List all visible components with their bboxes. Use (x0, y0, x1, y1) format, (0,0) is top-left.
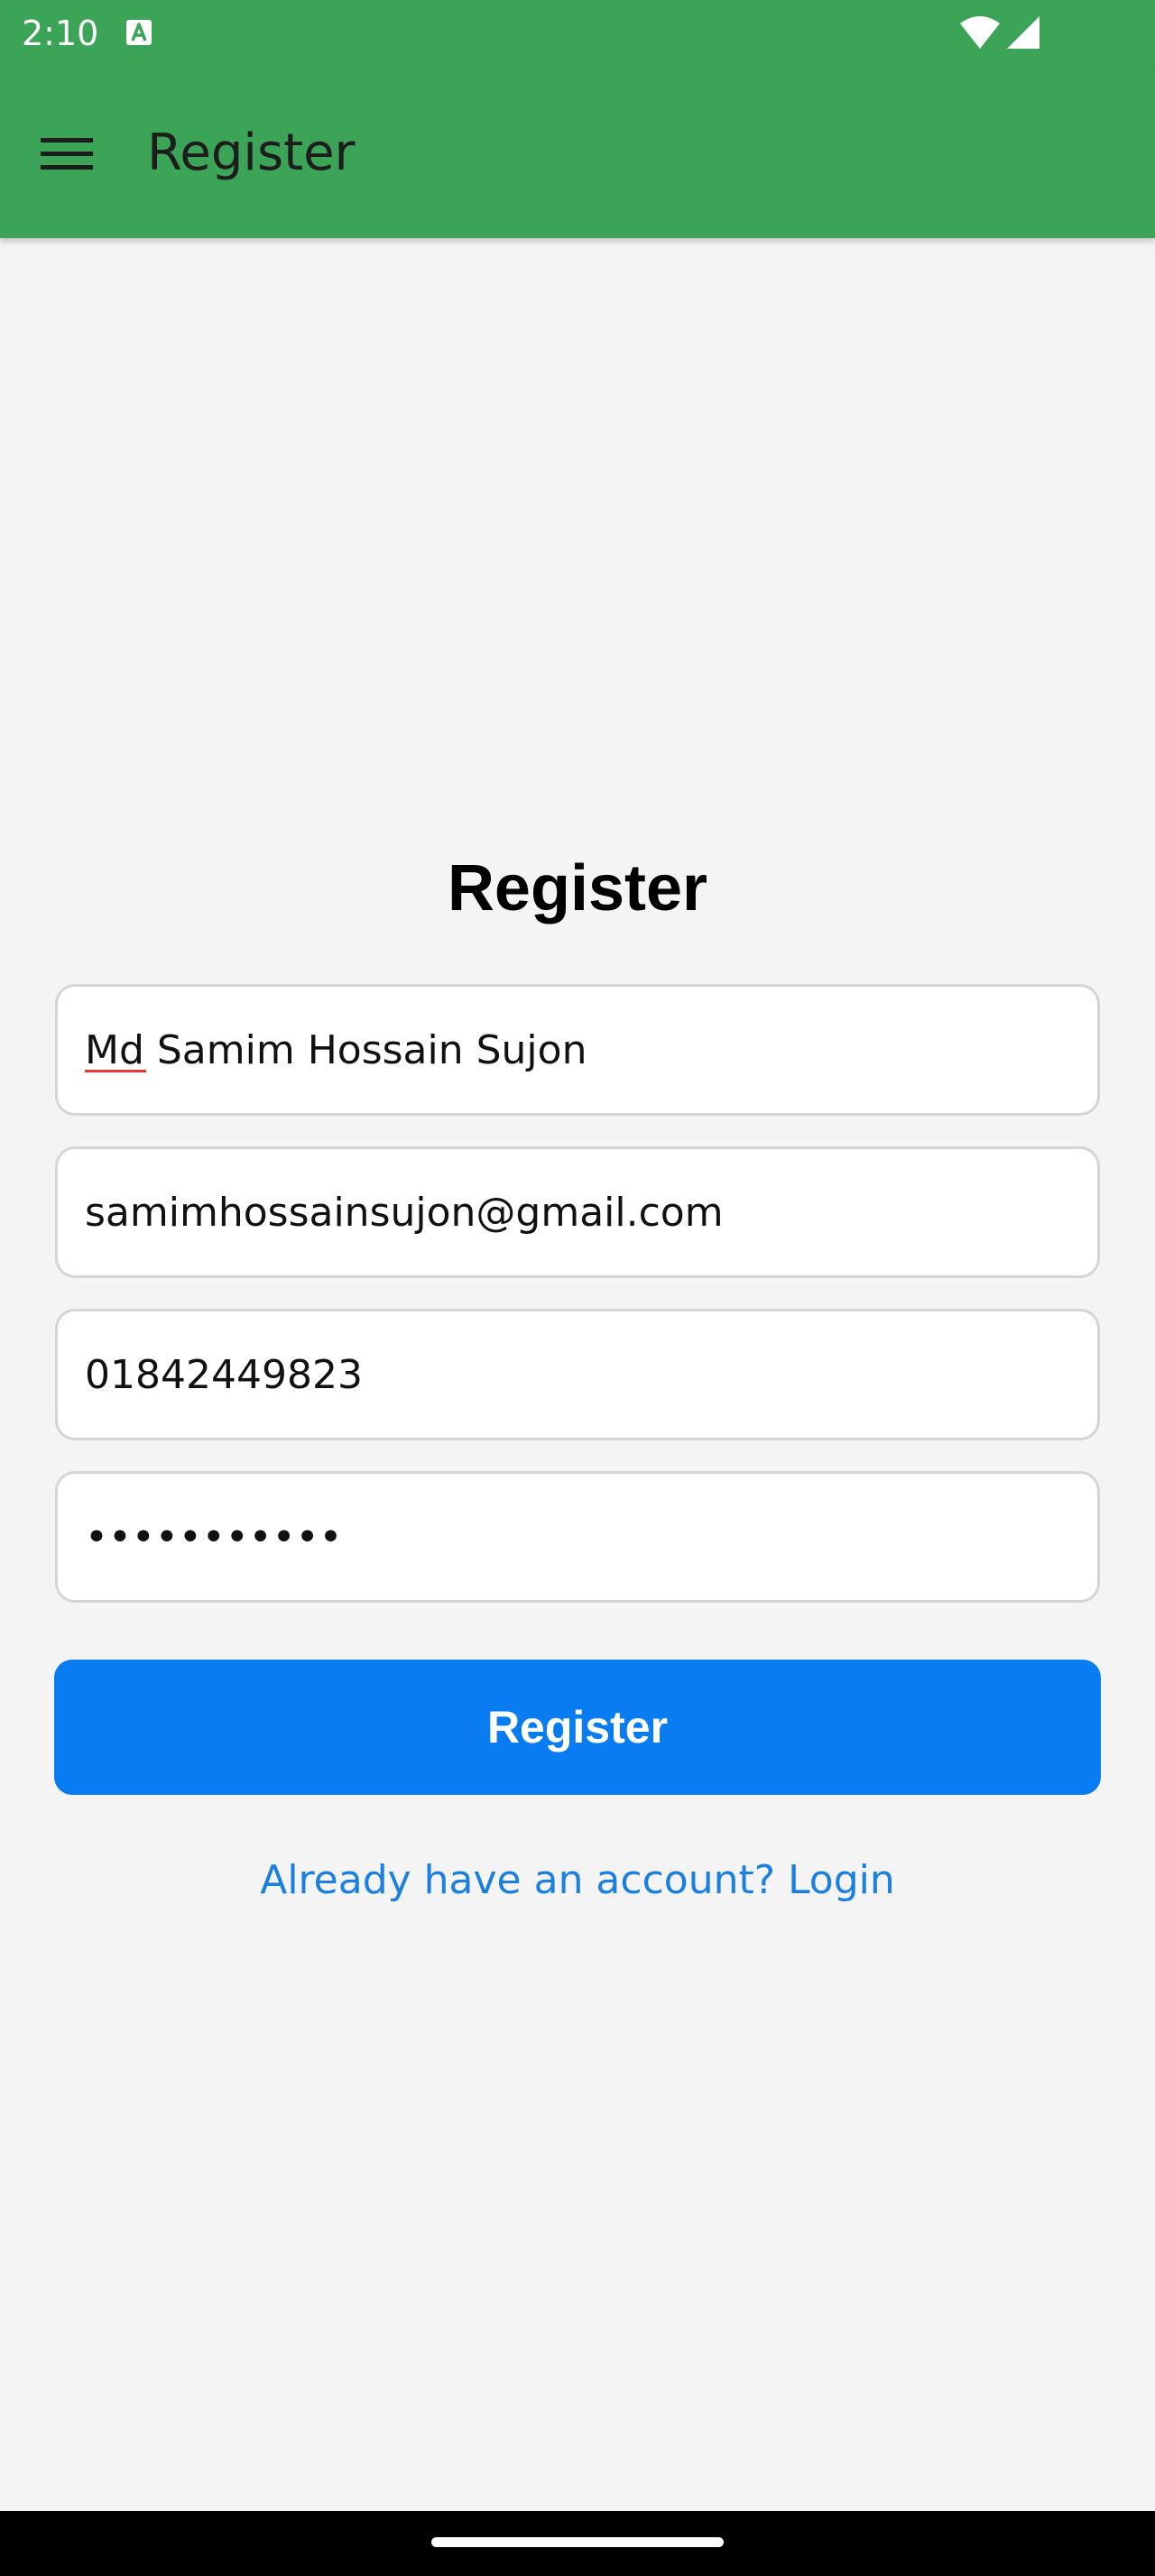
register-button[interactable]: Register (54, 1660, 1101, 1795)
cell-signal-icon (1005, 14, 1041, 51)
email-input[interactable] (85, 1149, 1068, 1275)
phone-field[interactable] (55, 1309, 1100, 1440)
text-a-notification-icon (125, 18, 153, 47)
name-input[interactable] (85, 987, 1068, 1113)
login-link[interactable]: Already have an account? Login (0, 1849, 1155, 1912)
form-heading: Register (447, 852, 708, 925)
status-bar: 2:10 (0, 0, 1155, 67)
name-field[interactable] (55, 984, 1100, 1116)
spellcheck-underline (85, 1070, 146, 1072)
status-time: 2:10 (22, 14, 99, 53)
wifi-icon (958, 14, 1002, 51)
email-field[interactable] (55, 1146, 1100, 1278)
app-bar: Register (0, 67, 1155, 238)
home-indicator[interactable] (431, 2537, 724, 2547)
phone-input[interactable] (85, 1311, 1068, 1438)
app-screen: 2:10 Register Register Md Samim Hossain … (0, 0, 1155, 2576)
system-navigation-bar (0, 2511, 1155, 2576)
password-field[interactable] (55, 1471, 1100, 1603)
password-input[interactable] (85, 1474, 1068, 1600)
hamburger-menu-icon[interactable] (31, 121, 103, 186)
app-bar-title: Register (147, 124, 356, 182)
